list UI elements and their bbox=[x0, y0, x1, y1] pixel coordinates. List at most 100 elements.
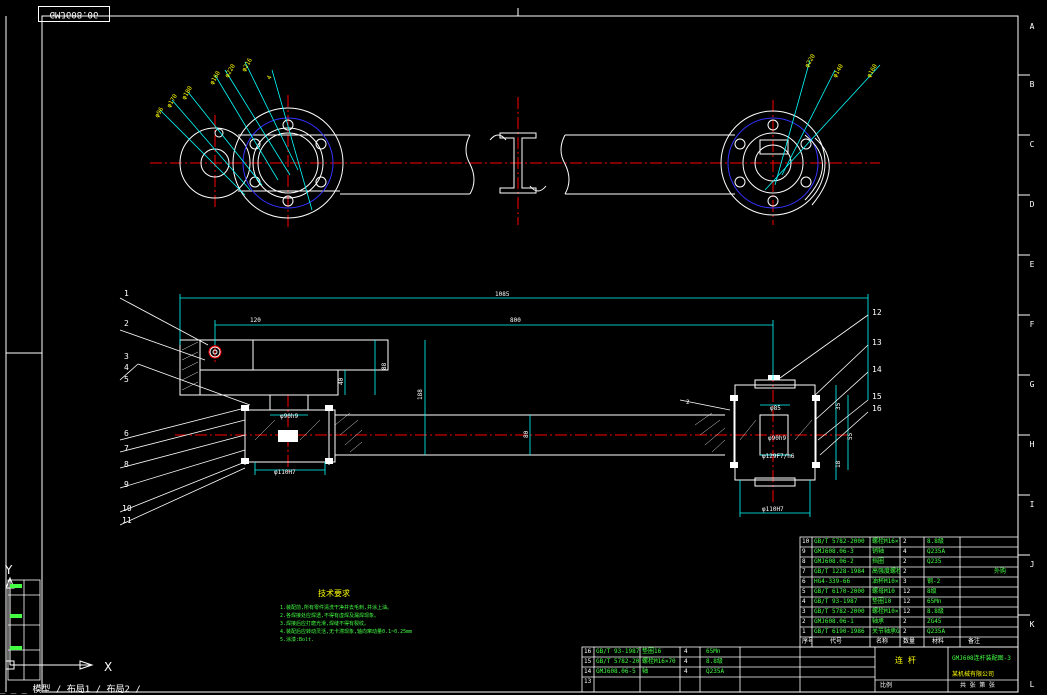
layout-tabs[interactable]: _ _ _ 模型 / 布局1 / 布局2 / bbox=[0, 685, 300, 695]
callout-13: 13 bbox=[872, 338, 882, 347]
dim-bore-right-inner: φ129F7/h6 bbox=[762, 453, 795, 460]
dim-h2: 188 bbox=[417, 389, 424, 400]
dim-h3: 40 bbox=[338, 377, 345, 385]
callout-15: 15 bbox=[872, 392, 882, 401]
bom-row: 8级 bbox=[927, 588, 937, 595]
bom-row: 3 bbox=[802, 608, 806, 615]
zone-k: K bbox=[1029, 620, 1035, 629]
callout-11: 11 bbox=[122, 516, 132, 525]
bom-row: 4 bbox=[802, 598, 806, 605]
zone-d: D bbox=[1029, 200, 1035, 209]
title-block-scale: 比例 bbox=[880, 682, 893, 689]
zone-g: G bbox=[1029, 380, 1035, 389]
bom-row: GB/T 93-1987 bbox=[814, 598, 858, 605]
zone-c: C bbox=[1029, 140, 1035, 149]
bom-row: 螺栓M16×70 bbox=[642, 658, 676, 665]
bom-row: GB/T 5782-2000 bbox=[814, 538, 865, 545]
svg-text:φ216: φ216 bbox=[241, 57, 254, 73]
ucs-y-label: Y bbox=[4, 563, 13, 577]
bom-row: 4 bbox=[684, 668, 688, 675]
zone-a: A bbox=[1029, 22, 1035, 31]
dim-h1: 88 bbox=[381, 362, 388, 370]
zone-l: L bbox=[1029, 680, 1035, 689]
callout-12: 12 bbox=[872, 308, 882, 317]
callout-9: 9 bbox=[124, 480, 129, 489]
dim-span: 800 bbox=[510, 317, 521, 324]
title-block-company: 某机械有限公司 bbox=[952, 671, 995, 678]
callout-1: 1 bbox=[124, 289, 129, 298]
svg-text:φ180: φ180 bbox=[181, 85, 194, 101]
bom-row: GB/T 6170-2000 bbox=[814, 588, 865, 595]
bom-row: 4 bbox=[903, 548, 907, 555]
note-item: 2.各焊接处应焊透,不得有虚焊及漏焊现象。 bbox=[280, 613, 380, 619]
bom-row: GMJ608.06-1 bbox=[814, 618, 854, 625]
bom-row: Q235A bbox=[706, 668, 725, 675]
zone-i: I bbox=[1029, 500, 1035, 509]
top-view: φ96 φ170 φ180 φ160 φ220 φ216 4 φ220 φ140… bbox=[150, 53, 881, 230]
bom-row: 2 bbox=[903, 568, 907, 575]
bom-row: 12 bbox=[903, 598, 911, 605]
bom-row: 6 bbox=[802, 578, 806, 585]
bom-row: 8 bbox=[802, 558, 806, 565]
zone-j: J bbox=[1029, 560, 1035, 569]
bom-row: 16 bbox=[584, 648, 592, 655]
bom-header: 备注 bbox=[968, 638, 981, 645]
bom-row: 关节轴承GE80 bbox=[872, 628, 900, 635]
bom-row: 外购 bbox=[994, 568, 1007, 575]
bom-row: 高强度螺栓M24 bbox=[872, 568, 900, 575]
bom-row: 1 bbox=[802, 628, 806, 635]
bom-row: 2 bbox=[802, 618, 806, 625]
bom-row: ZG45 bbox=[927, 618, 942, 625]
bom-row: 13 bbox=[584, 678, 592, 685]
svg-text:4: 4 bbox=[266, 74, 274, 81]
title-block-drawing-no: GMJ608连杆装配图-3 bbox=[952, 655, 1011, 662]
zone-e: E bbox=[1029, 260, 1035, 269]
callout-4: 4 bbox=[124, 363, 129, 372]
bom-row: 14 bbox=[584, 668, 592, 675]
callout-6: 6 bbox=[124, 429, 129, 438]
bom-row: 65Mn bbox=[706, 648, 721, 655]
bom-row: 钢-2 bbox=[927, 578, 941, 585]
note-item: 3.焊接后应打磨光滑,焊缝不得有裂纹。 bbox=[280, 621, 370, 627]
bom-row: 螺栓M10×75 bbox=[872, 608, 900, 615]
bom-row: 油杯M10×1 bbox=[872, 578, 900, 585]
zone-h: H bbox=[1029, 440, 1035, 449]
bom-row: GB/T 5782-2000 bbox=[814, 608, 865, 615]
bom-row: GB/T 93-1987 bbox=[596, 648, 640, 655]
bom-row: 4 bbox=[684, 648, 688, 655]
dim-shaft: 80 bbox=[523, 430, 530, 438]
callout-3: 3 bbox=[124, 352, 129, 361]
bom-row: 2 bbox=[903, 538, 907, 545]
bom-row: GMJ608.06-2 bbox=[814, 558, 854, 565]
bom-row: GB/T 1228-1984 bbox=[814, 568, 865, 575]
bom-row: GB/T 6190-1986 bbox=[814, 628, 865, 635]
svg-text:φ220: φ220 bbox=[224, 63, 237, 79]
callout-16: 16 bbox=[872, 404, 882, 413]
dim-right-d1: φ85 bbox=[770, 405, 781, 412]
notes-title: 技术要求 bbox=[318, 589, 350, 598]
bom-row: 2 bbox=[903, 628, 907, 635]
zone-f: F bbox=[1029, 320, 1035, 329]
svg-text:φ160: φ160 bbox=[866, 63, 879, 79]
callout-5: 5 bbox=[124, 375, 129, 384]
note-item: 4.装配后应转动灵活,无卡滞现象,轴向窜动量0.1~0.25mm bbox=[280, 629, 413, 635]
bom-row: 螺栓M16×70 bbox=[872, 538, 900, 545]
bom-row: 挡圈 bbox=[872, 558, 885, 565]
bom-row: 3 bbox=[903, 578, 907, 585]
bom-row: 2 bbox=[903, 558, 907, 565]
bom-header: 名称 bbox=[876, 638, 889, 645]
dim-bore-left: φ110H7 bbox=[274, 469, 296, 476]
bom-row: 5 bbox=[802, 588, 806, 595]
callout-8: 8 bbox=[124, 460, 129, 469]
svg-text:φ170: φ170 bbox=[166, 93, 179, 109]
ucs-x-label: X bbox=[104, 660, 112, 674]
svg-text:φ140: φ140 bbox=[832, 63, 845, 79]
bom-row: Q235 bbox=[927, 558, 942, 565]
bom-row: GMJ608.06-5 bbox=[596, 668, 636, 675]
bom-row: 8.8级 bbox=[927, 538, 944, 545]
svg-text:φ96: φ96 bbox=[154, 106, 166, 119]
bom-row: HG4-339-66 bbox=[814, 578, 851, 585]
note-item: 1.装配前,所有零件清洗干净并去毛刺,并涂上油。 bbox=[280, 605, 393, 611]
bom-row: 15 bbox=[584, 658, 592, 665]
bom-header: 序号 bbox=[802, 638, 812, 645]
